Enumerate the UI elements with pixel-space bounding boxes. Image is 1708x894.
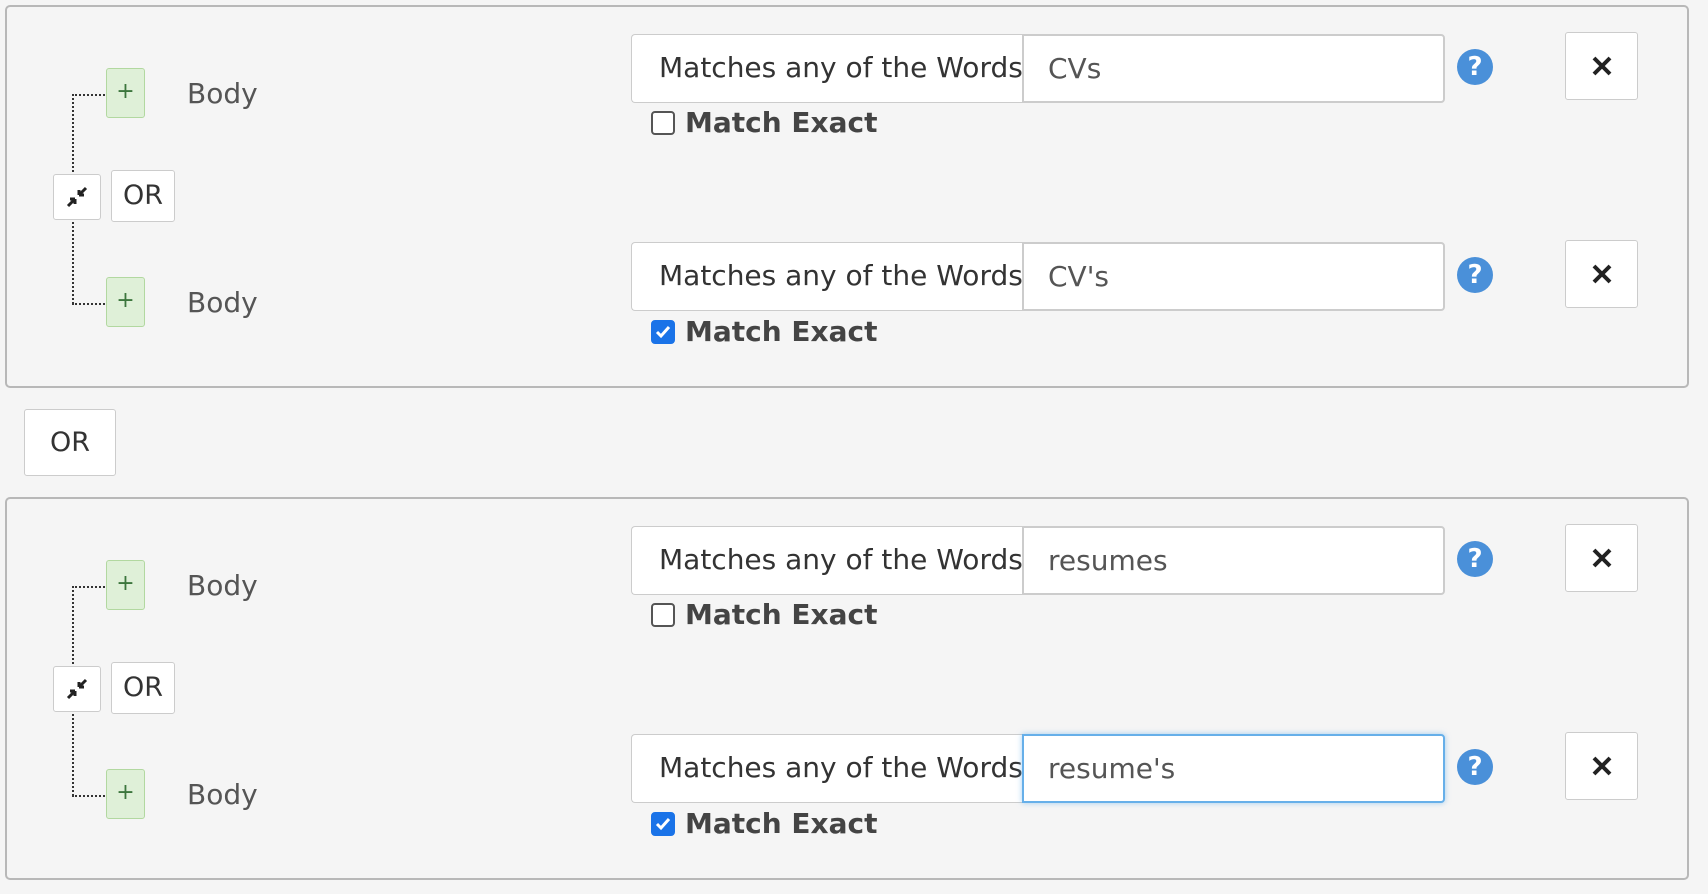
tree-connector-horizontal — [72, 303, 108, 305]
condition-type-select[interactable]: Matches any of the Words — [631, 734, 1023, 803]
tree-connector-horizontal — [72, 795, 108, 797]
match-exact-label: Match Exact — [685, 106, 878, 139]
condition-row: Matches any of the Words — [631, 734, 1445, 803]
add-condition-button[interactable]: + — [106, 277, 145, 327]
tree-connector-horizontal — [72, 94, 108, 96]
add-condition-button[interactable]: + — [106, 68, 145, 118]
add-condition-button[interactable]: + — [106, 769, 145, 819]
match-exact-checkbox[interactable] — [651, 811, 675, 836]
close-icon — [1592, 264, 1611, 284]
question-circle-icon[interactable]: ? — [1457, 749, 1493, 785]
condition-value-input[interactable] — [1022, 242, 1445, 311]
condition-type-select[interactable]: Matches any of the Words — [631, 34, 1023, 103]
between-groups-operator-button[interactable]: OR — [24, 409, 116, 476]
match-exact-toggle[interactable]: Match Exact — [651, 315, 878, 348]
compress-arrows-icon — [66, 186, 88, 208]
remove-condition-button[interactable] — [1565, 732, 1638, 800]
match-exact-label: Match Exact — [685, 315, 878, 348]
compress-arrows-icon — [66, 678, 88, 700]
match-exact-checkbox[interactable] — [651, 319, 675, 344]
match-exact-toggle[interactable]: Match Exact — [651, 106, 878, 139]
question-circle-icon[interactable]: ? — [1457, 49, 1493, 85]
add-condition-button[interactable]: + — [106, 560, 145, 610]
tree-connector-horizontal — [72, 586, 108, 588]
check-icon — [655, 325, 671, 338]
question-circle-icon[interactable]: ? — [1457, 541, 1493, 577]
match-exact-checkbox[interactable] — [651, 110, 675, 135]
close-icon — [1592, 756, 1611, 776]
collapse-group-button[interactable] — [53, 174, 101, 220]
field-label: Body — [187, 569, 258, 602]
condition-row: Matches any of the Words — [631, 34, 1445, 103]
field-label: Body — [187, 286, 258, 319]
match-exact-checkbox[interactable] — [651, 602, 675, 627]
condition-type-select[interactable]: Matches any of the Words — [631, 526, 1023, 595]
match-exact-label: Match Exact — [685, 807, 878, 840]
check-icon — [655, 817, 671, 830]
condition-type-select[interactable]: Matches any of the Words — [631, 242, 1023, 311]
condition-row: Matches any of the Words — [631, 242, 1445, 311]
remove-condition-button[interactable] — [1565, 524, 1638, 592]
remove-condition-button[interactable] — [1565, 32, 1638, 100]
collapse-group-button[interactable] — [53, 666, 101, 712]
remove-condition-button[interactable] — [1565, 240, 1638, 308]
field-label: Body — [187, 778, 258, 811]
match-exact-label: Match Exact — [685, 598, 878, 631]
match-exact-toggle[interactable]: Match Exact — [651, 598, 878, 631]
condition-value-input[interactable] — [1022, 734, 1445, 803]
question-circle-icon[interactable]: ? — [1457, 257, 1493, 293]
condition-value-input[interactable] — [1022, 34, 1445, 103]
condition-row: Matches any of the Words — [631, 526, 1445, 595]
match-exact-toggle[interactable]: Match Exact — [651, 807, 878, 840]
group-operator-toggle[interactable]: OR — [111, 170, 175, 222]
close-icon — [1592, 548, 1611, 568]
group-operator-toggle[interactable]: OR — [111, 662, 175, 714]
close-icon — [1592, 56, 1611, 76]
condition-value-input[interactable] — [1022, 526, 1445, 595]
field-label: Body — [187, 77, 258, 110]
